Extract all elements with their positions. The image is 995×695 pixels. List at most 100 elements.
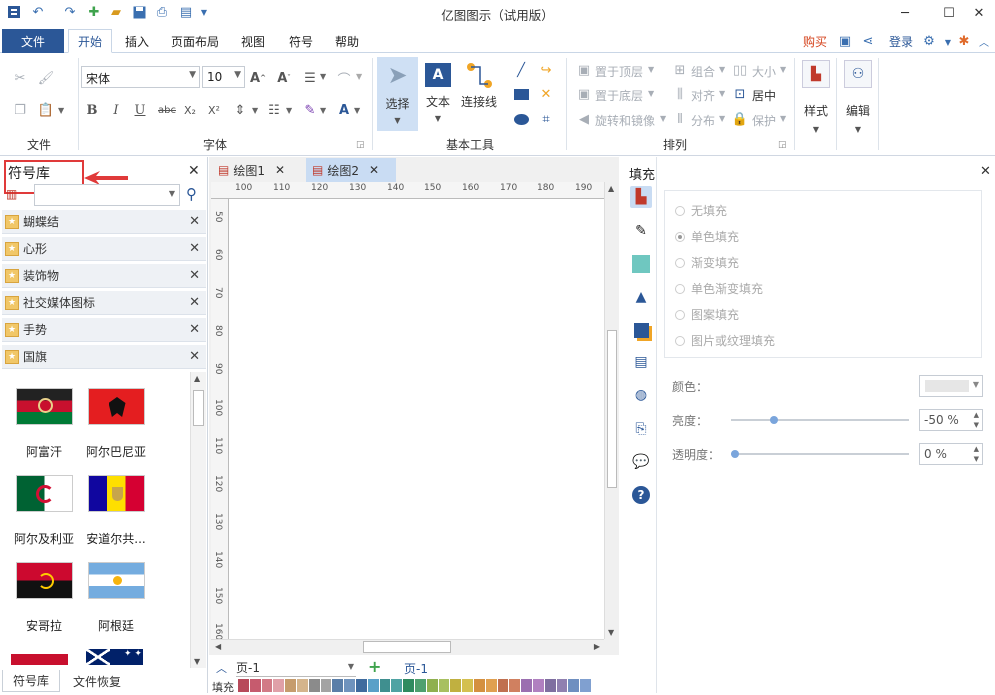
align-label[interactable]: 对齐	[691, 87, 715, 104]
color-swatch[interactable]	[414, 679, 427, 692]
color-swatch[interactable]	[556, 679, 569, 692]
group-label[interactable]: 组合	[691, 63, 715, 80]
bring-front-label[interactable]: 置于顶层	[595, 63, 643, 80]
color-swatch[interactable]	[367, 679, 380, 692]
canvas-vertical-scrollbar[interactable]: ▲ ▼	[604, 182, 619, 639]
tab-page-layout[interactable]: 页面布局	[164, 29, 226, 53]
tab-view[interactable]: 视图	[232, 29, 274, 53]
shrink-font-icon[interactable]: Aˇ	[276, 70, 292, 86]
line-tool-icon[interactable]: ╱	[513, 62, 529, 78]
direction-dropdown-icon[interactable]: ▼	[356, 72, 362, 81]
transparency-slider-thumb[interactable]	[731, 450, 739, 458]
fill-option-solid[interactable]: 单色填充	[675, 228, 739, 245]
bullets-dropdown-icon[interactable]: ▼	[286, 106, 292, 115]
tab-symbol[interactable]: 符号	[280, 29, 322, 53]
size-label[interactable]: 大小	[752, 63, 776, 80]
arrange-dialog-launcher-icon[interactable]: ◲	[778, 140, 787, 150]
distribute-icon[interactable]: ⫴	[672, 111, 688, 127]
color-swatch[interactable]	[438, 679, 451, 692]
rotate-mirror-label[interactable]: 旋转和镜像	[595, 112, 655, 129]
brightness-slider-thumb[interactable]	[769, 416, 778, 424]
color-picker[interactable]: ▼	[919, 375, 983, 397]
color-palette[interactable]	[238, 679, 592, 692]
distribute-label[interactable]: 分布	[691, 112, 715, 129]
font-size-select[interactable]: 10 ▼	[202, 66, 245, 88]
layers-icon[interactable]	[630, 319, 652, 341]
tab-insert[interactable]: 插入	[116, 29, 158, 53]
scroll-right-icon[interactable]: ▶	[594, 642, 600, 651]
cross-tool-icon[interactable]: ✕	[538, 86, 554, 102]
scroll-up-icon[interactable]: ▲	[608, 184, 614, 193]
settings-gear-icon[interactable]: ⚙	[921, 33, 937, 49]
color-swatch[interactable]	[509, 679, 522, 692]
group-icon[interactable]: ⊞	[672, 62, 688, 78]
group-dropdown-icon[interactable]: ▼	[719, 65, 725, 74]
brightness-slider[interactable]	[731, 416, 909, 424]
category-item[interactable]: ★ 装饰物 ✕	[2, 264, 206, 288]
size-dropdown-icon[interactable]: ▼	[780, 65, 786, 74]
font-color-icon[interactable]: A	[336, 102, 352, 118]
color-swatch[interactable]	[532, 679, 545, 692]
maximize-icon[interactable]: ☐	[934, 2, 964, 24]
strikethrough-button[interactable]: abc	[156, 102, 178, 118]
color-swatch[interactable]	[308, 679, 321, 692]
text-tool-button[interactable]: A 文本 ▼	[420, 57, 456, 131]
canvas-horizontal-scrollbar[interactable]: ◀ ▶	[211, 639, 604, 655]
copy-icon[interactable]: ❐	[12, 102, 28, 118]
send-back-dropdown-icon[interactable]: ▼	[648, 89, 654, 98]
color-swatch[interactable]	[285, 679, 297, 692]
close-category-icon[interactable]: ✕	[189, 268, 200, 283]
close-category-icon[interactable]: ✕	[189, 322, 200, 337]
add-page-icon[interactable]: +	[368, 657, 381, 676]
color-swatch[interactable]	[273, 679, 286, 692]
transparency-slider[interactable]	[731, 450, 909, 458]
center-icon[interactable]: ⊡	[732, 86, 748, 102]
close-category-icon[interactable]: ✕	[189, 349, 200, 364]
fill-option-pattern[interactable]: 图案填充	[675, 306, 739, 323]
color-swatch[interactable]	[462, 679, 474, 692]
paste-icon[interactable]: 📋	[38, 102, 54, 118]
symbol-scrollbar[interactable]: ▲ ▼	[190, 372, 206, 668]
color-swatch[interactable]	[355, 679, 368, 692]
text-direction-icon[interactable]: ⌒	[336, 70, 352, 88]
color-swatch[interactable]	[568, 679, 581, 692]
category-item[interactable]: ★ 心形 ✕	[2, 237, 206, 261]
format-painter-icon[interactable]: 🖌	[38, 70, 55, 86]
align-icon[interactable]: ⫼	[672, 86, 688, 102]
close-panel-icon[interactable]: ✕	[188, 163, 200, 179]
brightness-spinner[interactable]: -50 % ▲ ▼	[919, 409, 983, 431]
page-properties-icon[interactable]: ▤	[630, 351, 652, 373]
edit-button[interactable]: ⚇ 编辑 ▼	[842, 60, 874, 134]
buy-button[interactable]: 购买	[798, 29, 832, 53]
color-swatch[interactable]	[261, 679, 274, 692]
paste-dropdown-icon[interactable]: ▼	[58, 106, 64, 115]
login-button[interactable]: 登录	[884, 29, 918, 53]
color-swatch[interactable]	[450, 679, 463, 692]
color-swatch[interactable]	[320, 679, 333, 692]
lock-icon[interactable]: 🔒	[732, 111, 748, 127]
color-swatch[interactable]	[580, 679, 592, 692]
close-tab-icon[interactable]: ✕	[275, 163, 285, 177]
color-swatch[interactable]	[238, 679, 250, 692]
italic-button[interactable]: I	[108, 102, 124, 118]
highlight-icon[interactable]: ✎	[302, 102, 318, 118]
rectangle-tool-icon[interactable]	[514, 89, 529, 100]
rotate-dropdown-icon[interactable]: ▼	[660, 114, 666, 123]
fill-option-gradient[interactable]: 渐变填充	[675, 254, 739, 271]
category-item[interactable]: ★ 蝴蝶结 ✕	[2, 210, 206, 234]
color-swatch[interactable]	[521, 679, 533, 692]
color-swatch[interactable]	[473, 679, 486, 692]
document-tab-2[interactable]: ▤ 绘图2 ✕	[306, 158, 396, 182]
drawing-page[interactable]	[229, 199, 604, 639]
color-swatch[interactable]	[426, 679, 439, 692]
bring-front-icon[interactable]: ▣	[576, 62, 592, 78]
send-back-label[interactable]: 置于底层	[595, 87, 643, 104]
color-swatch[interactable]	[296, 679, 309, 692]
color-swatch[interactable]	[544, 679, 557, 692]
text-align-icon[interactable]: ☰	[302, 70, 318, 86]
share-icon[interactable]: ⋖	[860, 33, 876, 49]
color-swatch[interactable]	[391, 679, 404, 692]
curve-tool-icon[interactable]: ↪	[538, 62, 554, 78]
scroll-thumb[interactable]	[193, 390, 204, 426]
tab-help[interactable]: 帮助	[326, 29, 368, 53]
